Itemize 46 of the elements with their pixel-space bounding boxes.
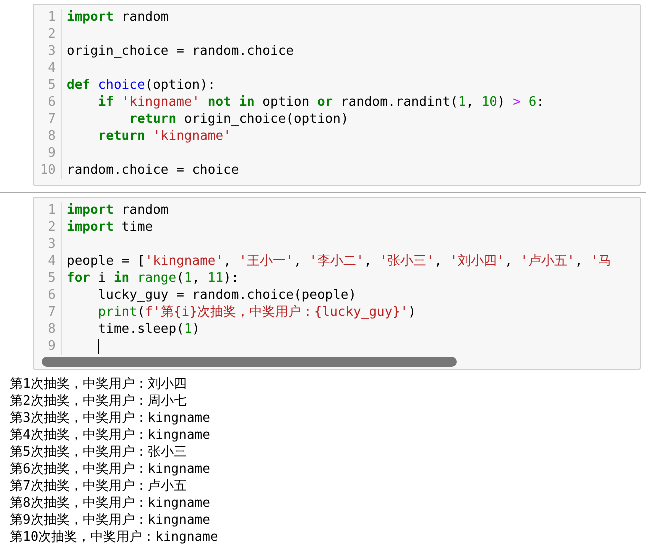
line-number: 2 [34,219,62,236]
code-line: import random [66,9,170,26]
line-number: 3 [34,236,62,253]
horizontal-scrollbar[interactable] [42,357,457,367]
code-line: return 'kingname' [97,128,232,145]
line-number: 1 [34,202,62,219]
output-line: 第10次抽奖，中奖用户：kingname [10,529,218,546]
line-number: 4 [34,60,62,77]
line-number: 10 [34,162,62,179]
code-line: print(f'第{i}次抽奖，中奖用户：{lucky_guy}') [97,304,418,321]
code-line: people = ['kingname', '王小一', '李小二', '张小三', '刘小四', '卢小五', '马 [66,253,613,270]
output-line: 第2次抽奖，中奖用户：周小七 [10,393,187,410]
output-line: 第9次抽奖，中奖用户：kingname [10,512,210,529]
line-number: 8 [34,128,62,145]
code-line: return origin_choice(option) [128,111,350,128]
line-number: 1 [34,9,62,26]
line-number: 7 [34,304,62,321]
output-line: 第7次抽奖，中奖用户：卢小五 [10,478,187,495]
line-number: 6 [34,94,62,111]
line-number: 4 [34,253,62,270]
code-cell[interactable] [33,4,641,186]
line-number: 5 [34,77,62,94]
line-number: 9 [34,338,62,355]
code-line: lucky_guy = random.choice(people) [97,287,358,304]
line-number: 8 [34,321,62,338]
output-line: 第8次抽奖，中奖用户：kingname [10,495,210,512]
code-line: random.choice = choice [66,162,240,179]
line-number: 6 [34,287,62,304]
output-line: 第1次抽奖，中奖用户：刘小四 [10,376,187,393]
output-line: 第5次抽奖，中奖用户：张小三 [10,444,187,461]
code-line: if 'kingname' not in option or random.randint(1, 10) > 6: [97,94,546,111]
code-line: time.sleep(1) [97,321,202,338]
output-line: 第3次抽奖，中奖用户：kingname [10,410,210,427]
code-cell[interactable] [33,197,641,370]
line-number: 3 [34,43,62,60]
output-line: 第6次抽奖，中奖用户：kingname [10,461,210,478]
code-line: for i in range(1, 11): [66,270,240,287]
code-line: import random [66,202,170,219]
line-number: 7 [34,111,62,128]
output-line: 第4次抽奖，中奖用户：kingname [10,427,210,444]
code-line: def choice(option): [66,77,217,94]
line-number: 2 [34,26,62,43]
code-line: origin_choice = random.choice [66,43,295,60]
line-number: 5 [34,270,62,287]
code-line: import time [66,219,154,236]
line-number: 9 [34,145,62,162]
